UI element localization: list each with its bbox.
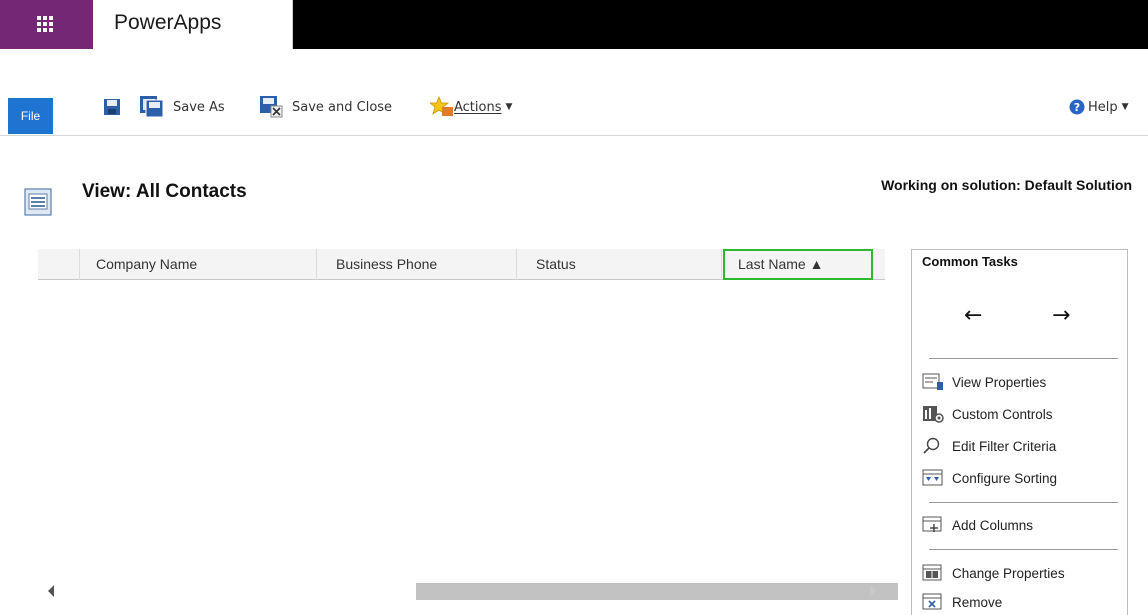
column-separator — [516, 249, 517, 280]
column-business-phone[interactable]: Business Phone — [336, 249, 437, 280]
custom-controls-label: Custom Controls — [952, 406, 1053, 422]
remove-link[interactable]: Remove — [922, 591, 1002, 613]
help-icon: ? — [1069, 99, 1085, 115]
save-close-label: Save and Close — [292, 99, 393, 115]
scroll-left-icon[interactable] — [48, 585, 54, 597]
edit-filter-criteria-link[interactable]: Edit Filter Criteria — [922, 435, 1056, 457]
file-button[interactable]: File — [8, 98, 53, 134]
add-columns-link[interactable]: Add Columns — [922, 514, 1033, 536]
column-company-name[interactable]: Company Name — [96, 249, 197, 280]
actions-icon — [430, 96, 453, 116]
search-icon — [923, 437, 940, 454]
view-properties-label: View Properties — [952, 374, 1047, 390]
view-properties-icon — [922, 373, 943, 390]
scroll-right-icon[interactable] — [870, 585, 876, 597]
change-properties-link[interactable]: Change Properties — [922, 562, 1065, 584]
solution-label: Working on solution: Default Solution — [881, 177, 1132, 193]
view-icon — [24, 188, 52, 216]
configure-sorting-label: Configure Sorting — [952, 470, 1058, 486]
column-separator — [316, 249, 317, 280]
command-bar: File Save As Save and Close Actions ▼ ? … — [0, 89, 1148, 136]
remove-label: Remove — [952, 594, 1003, 610]
save-icon — [104, 99, 120, 115]
save-as-icon — [140, 96, 164, 118]
configure-sorting-icon — [922, 469, 943, 486]
app-launcher-button[interactable] — [0, 0, 93, 49]
save-as-label: Save As — [173, 99, 225, 115]
custom-controls-icon — [923, 406, 944, 423]
chevron-down-icon: ▼ — [1121, 102, 1129, 112]
save-and-close-button[interactable]: Save and Close — [259, 96, 392, 118]
custom-controls-link[interactable]: Custom Controls — [922, 403, 1053, 425]
save-close-icon — [260, 96, 283, 118]
divider — [929, 358, 1118, 359]
change-properties-icon — [922, 564, 942, 581]
chevron-down-icon: ▼ — [505, 102, 513, 112]
view-properties-link[interactable]: View Properties — [922, 371, 1046, 393]
add-columns-label: Add Columns — [952, 517, 1034, 533]
svg-text:?: ? — [1074, 101, 1080, 114]
column-status[interactable]: Status — [536, 249, 576, 280]
actions-menu-button[interactable]: Actions ▼ — [430, 96, 512, 118]
save-as-button[interactable]: Save As — [138, 96, 225, 118]
move-left-button[interactable]: ← — [964, 303, 982, 328]
divider — [929, 549, 1118, 550]
help-menu-button[interactable]: ? Help ▼ — [1069, 96, 1129, 118]
page-title: View: All Contacts — [82, 181, 247, 202]
column-separator — [79, 249, 80, 280]
app-brand[interactable]: PowerApps — [114, 11, 221, 35]
horizontal-scrollbar[interactable] — [38, 578, 898, 604]
remove-icon — [922, 593, 942, 610]
common-tasks-title: Common Tasks — [922, 254, 1018, 269]
scrollbar-thumb[interactable] — [416, 583, 898, 600]
common-tasks-panel: Common Tasks ← → View Properties Custom … — [911, 249, 1128, 615]
configure-sorting-link[interactable]: Configure Sorting — [922, 467, 1057, 489]
actions-label: Actions — [454, 99, 502, 115]
change-properties-label: Change Properties — [952, 565, 1065, 581]
waffle-icon — [37, 16, 54, 33]
move-right-button[interactable]: → — [1052, 303, 1070, 328]
divider — [929, 502, 1118, 503]
save-button[interactable] — [103, 96, 121, 118]
column-separator — [721, 249, 722, 280]
edit-filter-criteria-label: Edit Filter Criteria — [952, 438, 1057, 454]
add-columns-icon — [922, 516, 942, 532]
help-label: Help — [1088, 99, 1118, 115]
column-last-name[interactable]: Last Name ▲ — [723, 249, 873, 280]
